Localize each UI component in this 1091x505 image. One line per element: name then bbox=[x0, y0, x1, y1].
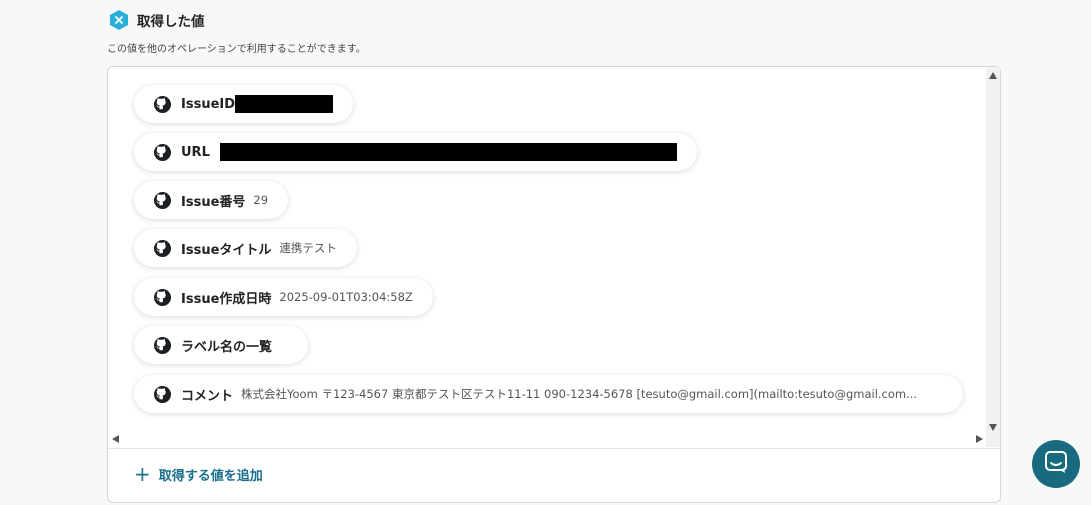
value-chip-issue-title[interactable]: Issueタイトル 連携テスト bbox=[134, 229, 357, 267]
chip-value: 連携テスト bbox=[279, 241, 337, 255]
github-icon bbox=[154, 239, 171, 257]
chip-label: URL bbox=[181, 144, 210, 160]
add-value-label: 取得する値を追加 bbox=[158, 469, 263, 484]
scroll-right-icon[interactable] bbox=[976, 435, 983, 443]
chip-value: 2025-09-01T03:04:58Z bbox=[279, 290, 413, 304]
x-badge-icon bbox=[108, 9, 130, 31]
chip-label: コメント bbox=[181, 388, 234, 404]
value-chip-url[interactable]: URL bbox=[134, 133, 697, 171]
value-chip-comment[interactable]: コメント 株式会社Yoom 〒123-4567 東京都テスト区テスト11-11 … bbox=[134, 375, 963, 413]
scroll-down-icon[interactable] bbox=[989, 424, 997, 431]
vertical-scrollbar[interactable] bbox=[986, 67, 1000, 447]
values-panel: IssueID URL Issue番号 29 Issueタイトル 連携テスト I… bbox=[107, 66, 1001, 503]
chip-label: ラベル名の一覧 bbox=[181, 339, 273, 355]
scroll-left-icon[interactable] bbox=[112, 435, 119, 443]
github-icon bbox=[154, 385, 171, 403]
github-icon bbox=[154, 191, 171, 209]
redacted-value bbox=[235, 95, 334, 113]
plus-icon: + bbox=[134, 461, 151, 486]
chip-value: 29 bbox=[253, 193, 269, 207]
chip-label: IssueID bbox=[181, 96, 236, 112]
chip-value: 株式会社Yoom 〒123-4567 東京都テスト区テスト11-11 090-1… bbox=[241, 387, 918, 401]
add-value-button[interactable]: + 取得する値を追加 bbox=[134, 461, 263, 486]
value-chip-issue-number[interactable]: Issue番号 29 bbox=[134, 181, 289, 219]
github-icon bbox=[154, 95, 171, 113]
github-icon bbox=[154, 288, 171, 306]
scroll-up-icon[interactable] bbox=[989, 72, 997, 79]
values-scroll-area[interactable]: IssueID URL Issue番号 29 Issueタイトル 連携テスト I… bbox=[108, 67, 986, 447]
chat-button[interactable] bbox=[1032, 440, 1080, 488]
section-header: 取得した値 bbox=[108, 9, 205, 31]
section-subtitle: この値を他のオペレーションで利用することができます。 bbox=[107, 44, 366, 55]
redacted-value bbox=[219, 143, 677, 161]
value-chip-label-list[interactable]: ラベル名の一覧 bbox=[134, 326, 309, 364]
value-chip-issue-created-at[interactable]: Issue作成日時 2025-09-01T03:04:58Z bbox=[134, 278, 433, 316]
panel-divider bbox=[108, 448, 1000, 449]
github-icon bbox=[154, 336, 171, 354]
chat-icon bbox=[1043, 449, 1069, 479]
chip-label: Issue作成日時 bbox=[181, 291, 272, 307]
value-chip-issue-id[interactable]: IssueID bbox=[134, 85, 354, 123]
horizontal-scrollbar[interactable] bbox=[108, 431, 986, 447]
chip-label: Issue番号 bbox=[181, 194, 246, 210]
github-icon bbox=[154, 143, 171, 161]
chip-label: Issueタイトル bbox=[181, 242, 272, 258]
section-title: 取得した値 bbox=[137, 14, 205, 30]
